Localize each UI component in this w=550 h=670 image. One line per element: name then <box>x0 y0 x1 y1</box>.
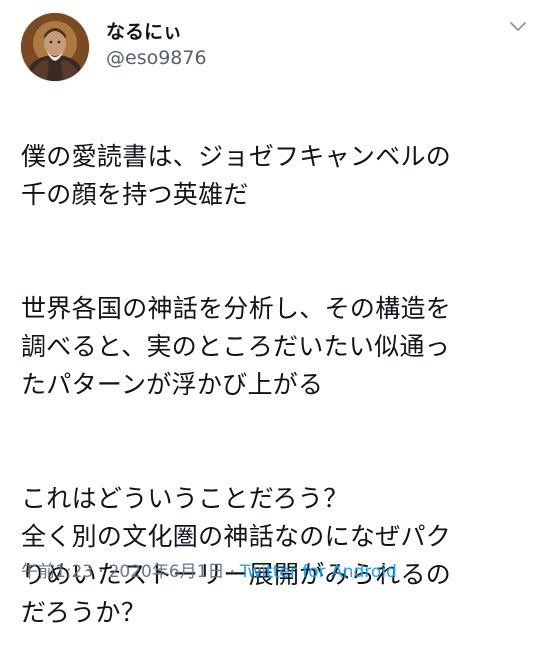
tweet-text: 僕の愛読書は、ジョゼフキャンベルの 千の顔を持つ英雄だ 世界各国の神話を分析し、… <box>21 100 536 670</box>
tweet-paragraph: 世界各国の神話を分析し、その構造を 調べると、実のところだいたい似通っ たパター… <box>21 294 452 399</box>
tweet-metadata: 午前1:23 · 2020年6月1日 · Twitter for Android <box>21 557 397 582</box>
meta-separator: · <box>229 562 235 582</box>
tweet-paragraph: 僕の愛読書は、ジョゼフキャンベルの 千の顔を持つ英雄だ <box>21 142 452 209</box>
avatar[interactable] <box>21 13 89 81</box>
meta-separator: · <box>98 562 104 582</box>
tweet-time[interactable]: 午前1:23 <box>21 562 93 582</box>
chevron-down-icon[interactable] <box>506 14 530 38</box>
tweet-date[interactable]: 2020年6月1日 <box>109 562 225 582</box>
user-handle[interactable]: @eso9876 <box>106 47 207 69</box>
display-name[interactable]: なるにぃ <box>106 17 182 44</box>
tweet-paragraph: これはどういうことだろう？ 全く別の文化圏の神話なのになぜパク りめいたストーリ… <box>21 484 452 627</box>
tweet-card: なるにぃ @eso9876 僕の愛読書は、ジョゼフキャンベルの 千の顔を持つ英雄… <box>0 0 550 627</box>
avatar-image <box>21 13 89 81</box>
tweet-source-link[interactable]: Twitter for Android <box>240 562 397 582</box>
